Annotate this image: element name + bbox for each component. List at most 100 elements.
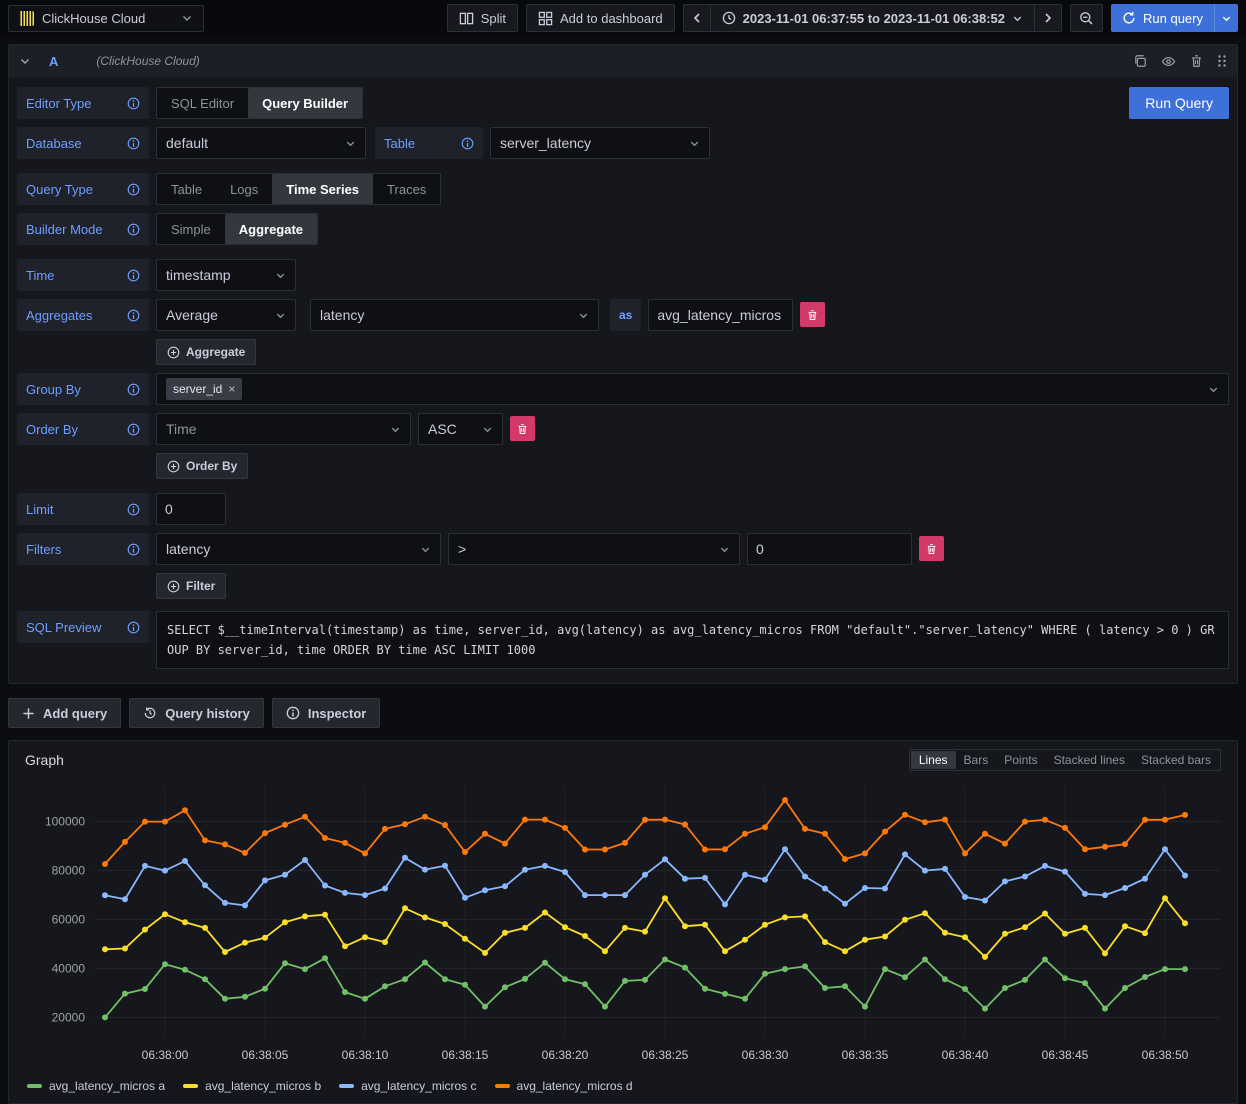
database-value: default [166, 135, 208, 151]
info-icon[interactable] [127, 621, 140, 634]
zoom-out-icon [1079, 11, 1094, 26]
history-icon [143, 706, 157, 720]
add-aggregate-label: Aggregate [186, 345, 245, 359]
remove-filter-button[interactable] [919, 536, 944, 561]
graph-mode-lines[interactable]: Lines [911, 751, 956, 769]
builder-mode-option-aggregate[interactable]: Aggregate [225, 214, 317, 244]
info-icon[interactable] [127, 183, 140, 196]
add-aggregate-button[interactable]: Aggregate [156, 339, 256, 365]
legend-item[interactable]: avg_latency_micros a [27, 1079, 165, 1093]
graph-mode-bars[interactable]: Bars [956, 751, 997, 769]
legend-item[interactable]: avg_latency_micros b [183, 1079, 321, 1093]
table-select[interactable]: server_latency [490, 127, 710, 159]
inspector-button[interactable]: Inspector [272, 698, 381, 728]
filters-row: Filters latency > [17, 533, 1229, 565]
limit-input[interactable] [156, 493, 226, 525]
drag-handle-icon[interactable] [1217, 54, 1227, 68]
time-column-select[interactable]: timestamp [156, 259, 296, 291]
database-select[interactable]: default [156, 127, 366, 159]
run-query-label: Run query [1143, 11, 1203, 26]
legend-item[interactable]: avg_latency_micros d [495, 1079, 633, 1093]
group-by-label: Group By [26, 382, 81, 397]
aggregate-alias-input[interactable] [648, 299, 793, 331]
time-shift-back-button[interactable] [683, 4, 710, 32]
filters-label-box: Filters [17, 533, 149, 565]
clock-icon [722, 11, 736, 25]
query-type-option-logs[interactable]: Logs [216, 174, 272, 204]
query-type-option-traces[interactable]: Traces [373, 174, 440, 204]
graph-mode-stacked-lines[interactable]: Stacked lines [1046, 751, 1133, 769]
add-filter-button[interactable]: Filter [156, 573, 226, 599]
zoom-out-button[interactable] [1070, 4, 1103, 32]
info-icon[interactable] [127, 137, 140, 150]
add-to-dashboard-button[interactable]: Add to dashboard [526, 4, 675, 32]
info-icon[interactable] [127, 309, 140, 322]
duplicate-icon[interactable] [1133, 54, 1147, 68]
chevron-down-icon [482, 424, 493, 435]
remove-tag-icon[interactable]: × [228, 382, 235, 396]
split-button[interactable]: Split [447, 4, 518, 32]
order-by-direction-select[interactable]: ASC [418, 413, 503, 445]
add-aggregate-row: Aggregate [17, 339, 1229, 365]
filter-value-input[interactable] [747, 533, 912, 565]
add-query-button[interactable]: Add query [8, 698, 121, 728]
svg-text:06:38:45: 06:38:45 [1042, 1048, 1089, 1062]
order-by-label: Order By [26, 422, 78, 437]
sql-preview-text: SELECT $__timeInterval(timestamp) as tim… [156, 611, 1229, 669]
info-icon[interactable] [127, 223, 140, 236]
time-shift-forward-button[interactable] [1034, 4, 1062, 32]
graph-mode-points[interactable]: Points [996, 751, 1045, 769]
run-query-button[interactable]: Run query [1111, 4, 1214, 32]
query-editor-body: Run Query Editor Type SQL Editor Query B… [9, 77, 1237, 683]
query-row-header: A (ClickHouse Cloud) [9, 45, 1237, 77]
editor-type-option-sql-editor[interactable]: SQL Editor [157, 88, 248, 118]
datasource-picker[interactable]: ClickHouse Cloud [8, 5, 204, 32]
filter-field-select[interactable]: latency [156, 533, 441, 565]
info-icon[interactable] [127, 503, 140, 516]
info-icon[interactable] [127, 383, 140, 396]
remove-order-by-button[interactable] [510, 416, 535, 441]
chevron-down-icon [390, 424, 401, 435]
run-query-editor-button[interactable]: Run Query [1129, 87, 1229, 119]
collapse-chevron-icon[interactable] [19, 55, 31, 67]
remove-aggregate-button[interactable] [800, 302, 825, 327]
editor-type-option-query-builder[interactable]: Query Builder [248, 88, 362, 118]
graph-title: Graph [25, 752, 64, 768]
plus-icon [22, 707, 35, 720]
query-footer: Add query Query history Inspector [8, 698, 1238, 728]
query-type-option-table[interactable]: Table [157, 174, 216, 204]
legend-item[interactable]: avg_latency_micros c [339, 1079, 476, 1093]
info-icon[interactable] [127, 97, 140, 110]
run-query-dropdown-button[interactable] [1214, 4, 1238, 32]
group-by-select[interactable]: server_id × [156, 373, 1229, 405]
time-range-label: 2023-11-01 06:37:55 to 2023-11-01 06:38:… [743, 11, 1005, 26]
svg-text:06:38:00: 06:38:00 [142, 1048, 189, 1062]
order-by-field-select[interactable]: Time [156, 413, 411, 445]
info-icon[interactable] [127, 543, 140, 556]
timeseries-chart[interactable]: 2000040000600008000010000006:38:0006:38:… [17, 777, 1229, 1073]
time-range-button[interactable]: 2023-11-01 06:37:55 to 2023-11-01 06:38:… [710, 4, 1034, 32]
query-history-button[interactable]: Query history [129, 698, 264, 728]
sql-preview-row: SQL Preview SELECT $__timeInterval(times… [17, 611, 1229, 669]
add-order-by-row: Order By [17, 453, 1229, 479]
query-type-option-time-series[interactable]: Time Series [272, 174, 373, 204]
query-datasource-hint: (ClickHouse Cloud) [96, 54, 199, 68]
query-history-label: Query history [165, 706, 250, 721]
group-by-tag: server_id × [166, 378, 242, 400]
database-label: Database [26, 136, 82, 151]
graph-mode-stacked-bars[interactable]: Stacked bars [1133, 751, 1219, 769]
info-icon[interactable] [127, 269, 140, 282]
chevron-down-icon [420, 544, 431, 555]
legend-label: avg_latency_micros b [205, 1079, 321, 1093]
aggregate-column-select[interactable]: latency [310, 299, 599, 331]
filter-operator-select[interactable]: > [448, 533, 740, 565]
svg-text:06:38:10: 06:38:10 [342, 1048, 389, 1062]
query-ref-id: A [49, 54, 58, 69]
info-icon[interactable] [127, 423, 140, 436]
info-icon[interactable] [461, 137, 474, 150]
add-order-by-button[interactable]: Order By [156, 453, 248, 479]
trash-icon[interactable] [1190, 54, 1203, 68]
eye-icon[interactable] [1161, 54, 1176, 69]
aggregate-function-select[interactable]: Average [156, 299, 296, 331]
builder-mode-option-simple[interactable]: Simple [157, 214, 225, 244]
